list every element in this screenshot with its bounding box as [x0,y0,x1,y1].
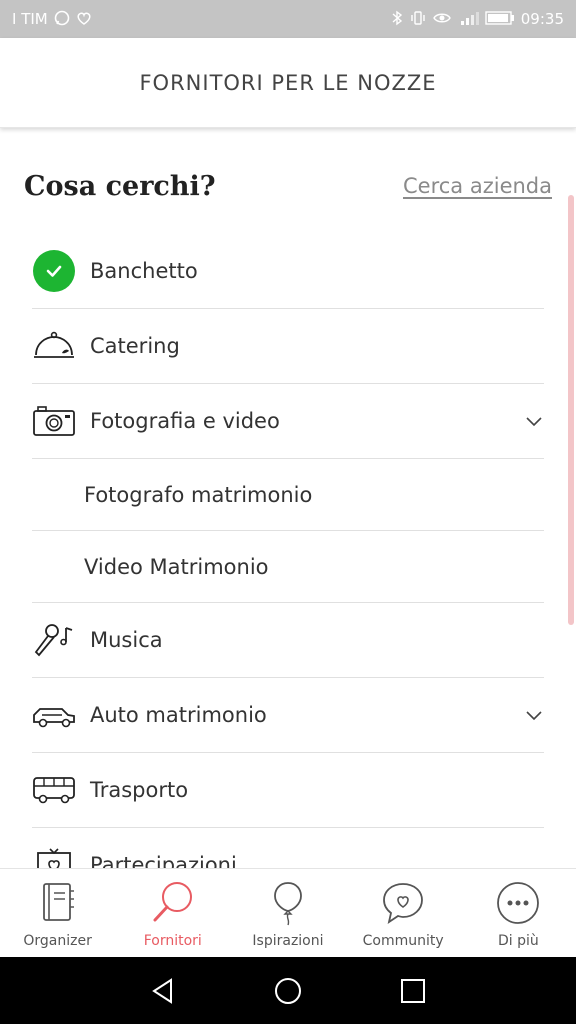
nav-label: Community [362,933,444,949]
category-item-banchetto[interactable]: Banchetto [32,234,544,309]
chat-heart-icon [379,879,427,927]
bluetooth-icon [391,10,403,29]
nav-item-organizer[interactable]: Organizer [0,869,115,957]
category-label: Partecipazioni [90,853,237,868]
category-item-fotografia-video[interactable]: Fotografia e video [32,384,544,459]
search-row: Cosa cerchi? Cerca azienda [24,166,552,206]
nav-item-ispirazioni[interactable]: Ispirazioni [230,869,345,957]
category-label: Auto matrimonio [90,703,267,727]
more-icon [494,879,542,927]
status-bar: I TIM 09:35 [0,0,576,38]
category-label: Musica [90,628,163,652]
subcategory-label: Fotografo matrimonio [84,482,313,507]
heart-notification-icon [76,10,92,29]
whatsapp-icon [54,10,70,29]
eye-icon [432,11,451,28]
category-label: Trasporto [90,778,189,802]
system-navigation-bar [0,957,576,1024]
nav-label: Organizer [23,933,92,949]
page-title: FORNITORI PER LE NOZZE [139,70,437,95]
subcategory-label: Video Matrimonio [84,554,269,579]
scrollbar[interactable] [568,195,574,625]
category-item-partecipazioni[interactable]: Partecipazioni [32,828,544,868]
signal-icon [457,10,479,29]
home-button[interactable] [268,971,308,1011]
nav-item-community[interactable]: Community [346,869,461,957]
cloche-icon [32,324,76,368]
category-label: Catering [90,334,180,358]
nav-item-di-piu[interactable]: Di più [461,869,576,957]
search-heading: Cosa cerchi? [24,170,216,202]
recents-button[interactable] [393,971,433,1011]
category-label: Fotografia e video [90,409,280,433]
category-label: Banchetto [90,259,198,283]
chevron-down-icon[interactable] [524,411,544,431]
app-header: FORNITORI PER LE NOZZE [0,38,576,128]
category-item-trasporto[interactable]: Trasporto [32,753,544,828]
vibrate-icon [409,10,427,29]
search-company-link[interactable]: Cerca azienda [403,174,552,198]
nav-item-fornitori[interactable]: Fornitori [115,869,230,957]
category-item-catering[interactable]: Catering [32,309,544,384]
main-content[interactable]: Cosa cerchi? Cerca azienda Banchetto Cat… [0,138,576,868]
subcategory-item-video[interactable]: Video Matrimonio [32,531,544,603]
subcategory-item-fotografo[interactable]: Fotografo matrimonio [32,459,544,531]
search-icon [149,879,197,927]
status-time: 09:35 [520,10,564,28]
camera-icon [32,399,76,443]
battery-icon [485,10,515,28]
nav-label: Di più [497,933,539,949]
category-item-auto[interactable]: Auto matrimonio [32,678,544,753]
bus-icon [32,768,76,812]
nav-label: Ispirazioni [252,933,324,949]
chevron-down-icon[interactable] [524,705,544,725]
planner-icon [34,879,82,927]
check-icon [32,249,76,293]
carrier-label: I TIM [12,10,48,28]
category-item-musica[interactable]: Musica [32,603,544,678]
bottom-navigation: Organizer Fornitori Ispirazioni Communit… [0,868,576,957]
balloon-icon [264,879,312,927]
nav-label: Fornitori [143,933,202,949]
back-button[interactable] [143,971,183,1011]
category-list: Banchetto Catering Fotografia e video Fo… [32,234,544,868]
car-icon [32,693,76,737]
invitation-icon [32,843,76,868]
microphone-music-icon [32,618,76,662]
